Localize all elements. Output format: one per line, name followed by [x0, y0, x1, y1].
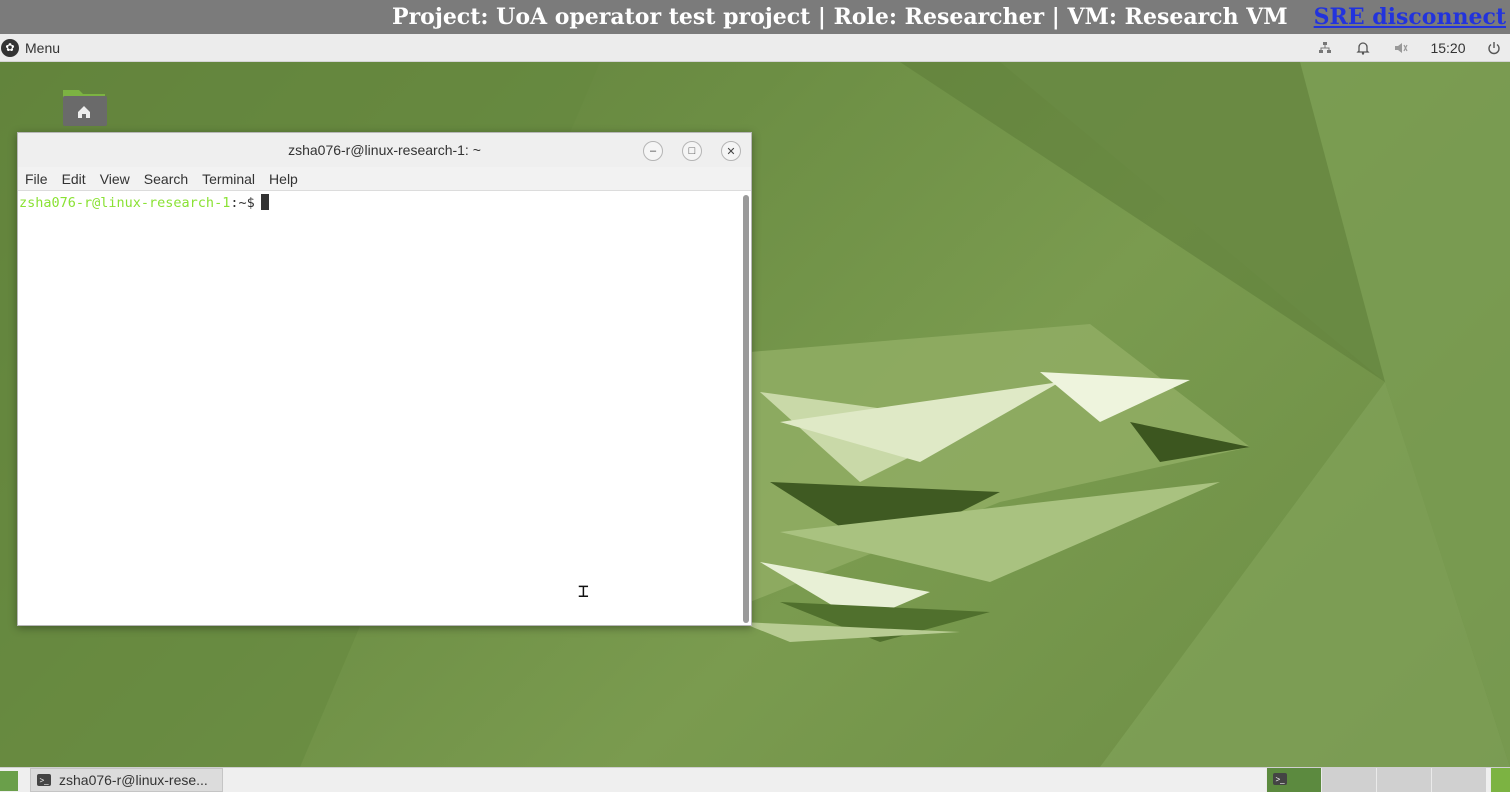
- mouse-ibeam-icon: ⌶: [578, 581, 589, 602]
- menu-label: Menu: [25, 39, 61, 56]
- terminal-icon: >_: [37, 774, 51, 786]
- home-folder-icon[interactable]: [61, 86, 107, 128]
- taskbar-terminal-item[interactable]: >_ zsha076-r@linux-rese...: [30, 768, 223, 792]
- workspace-2[interactable]: [1321, 768, 1376, 792]
- menu-view[interactable]: View: [93, 171, 137, 187]
- sre-banner: Project: UoA operator test project | Rol…: [0, 0, 1510, 34]
- top-panel: ✿ Menu 15:20: [0, 34, 1510, 62]
- terminal-output[interactable]: zsha076-r@linux-research-1:~$: [18, 191, 742, 625]
- clock[interactable]: 15:20: [1428, 34, 1468, 61]
- menu-button[interactable]: ✿ Menu: [0, 34, 60, 61]
- workspace-4[interactable]: [1431, 768, 1486, 792]
- network-disconnected-icon[interactable]: [1314, 34, 1336, 61]
- menu-search[interactable]: Search: [137, 171, 195, 187]
- power-icon[interactable]: [1483, 34, 1505, 61]
- terminal-window[interactable]: zsha076-r@linux-research-1: ~ – □ ✕ File…: [17, 132, 752, 626]
- menu-help[interactable]: Help: [262, 171, 305, 187]
- menu-file[interactable]: File: [18, 171, 55, 187]
- text-cursor: [260, 194, 269, 210]
- menu-edit[interactable]: Edit: [55, 171, 93, 187]
- prompt-suffix: :~$: [230, 195, 255, 211]
- bottom-panel: >_ zsha076-r@linux-rese... >_: [0, 767, 1510, 792]
- volume-muted-icon[interactable]: [1390, 34, 1412, 61]
- window-title: zsha076-r@linux-research-1: ~: [288, 142, 481, 158]
- bottom-menu-icon[interactable]: [0, 771, 18, 791]
- trash-icon[interactable]: [1490, 768, 1510, 792]
- close-button[interactable]: ✕: [721, 141, 741, 161]
- maximize-button[interactable]: □: [682, 141, 702, 161]
- terminal-scrollbar[interactable]: [743, 195, 749, 623]
- sre-disconnect-link[interactable]: SRE disconnect: [1314, 4, 1506, 30]
- minimize-button[interactable]: –: [643, 141, 663, 161]
- terminal-menubar: File Edit View Search Terminal Help: [18, 167, 751, 191]
- workspace-terminal-icon: >_: [1273, 773, 1287, 785]
- notifications-bell-icon[interactable]: [1352, 34, 1374, 61]
- sre-session-info: Project: UoA operator test project | Rol…: [392, 4, 1288, 30]
- workspace-3[interactable]: [1376, 768, 1431, 792]
- terminal-titlebar[interactable]: zsha076-r@linux-research-1: ~ – □ ✕: [18, 133, 751, 167]
- taskbar-task-label: zsha076-r@linux-rese...: [59, 772, 208, 788]
- prompt-user-host: zsha076-r@linux-research-1: [19, 195, 231, 211]
- mint-logo-icon: ✿: [1, 38, 19, 57]
- menu-terminal[interactable]: Terminal: [195, 171, 262, 187]
- workspace-1[interactable]: >_: [1266, 768, 1321, 792]
